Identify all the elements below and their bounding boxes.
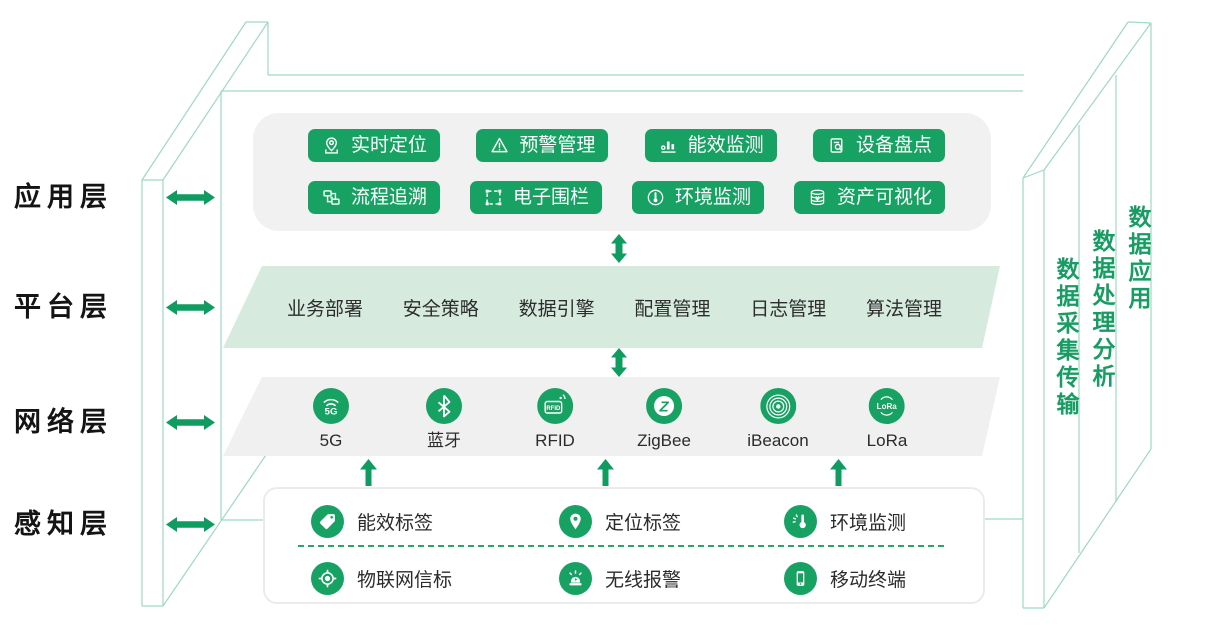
right-column-data-processing: 数据处理分析 [1085, 229, 1119, 391]
platform-item-business-deploy: 业务部署 [287, 294, 363, 321]
right-column-data-collection: 数据采集传输 [1049, 257, 1083, 419]
perception-item-wireless-alarm: 无线报警 [559, 561, 681, 595]
warning-icon [489, 135, 510, 156]
app-button-realtime-location: 实时定位 [308, 129, 440, 162]
app-button-energy-monitoring: 能效监测 [645, 129, 777, 162]
dashed-divider [298, 545, 944, 547]
layer-label-application: 应用层 [14, 180, 113, 214]
network-label: 蓝牙 [426, 432, 462, 450]
vertical-double-arrow-platform-network [611, 348, 627, 377]
perception-label: 无线报警 [605, 565, 681, 592]
fence-icon [483, 187, 504, 208]
perception-item-energy-tag: 能效标签 [311, 504, 433, 538]
platform-item-data-engine: 数据引擎 [519, 294, 595, 321]
perception-label: 定位标签 [605, 508, 681, 535]
perception-panel: 能效标签 定位标签 环境监测 物联网信标 无线报警 移动终端 [263, 487, 985, 604]
right-column-data-application: 数据应用 [1121, 205, 1155, 313]
app-button-asset-visualization: ¥ 资产可视化 [794, 181, 945, 214]
phone-icon [784, 562, 817, 595]
network-item-bluetooth: 蓝牙 [426, 388, 462, 450]
svg-text:5G: 5G [325, 407, 338, 418]
alarm-icon [559, 562, 592, 595]
network-label: LoRa [867, 432, 908, 450]
double-arrow-perception [166, 516, 215, 533]
network-item-5g: 5G 5G [313, 388, 349, 450]
lora-icon: LoRa [869, 388, 905, 424]
tag-icon [311, 505, 344, 538]
up-arrow-3 [830, 459, 847, 486]
app-button-label: 流程追溯 [351, 181, 427, 214]
asset-coins-icon: ¥ [807, 187, 828, 208]
platform-item-config-management: 配置管理 [634, 294, 710, 321]
location-pin-icon [321, 135, 342, 156]
architecture-diagram: 应用层 平台层 网络层 感知层 实时定位 预警管理 能效监测 设备盘点 [0, 0, 1210, 634]
ibeacon-icon [760, 388, 796, 424]
layer-label-network: 网络层 [14, 405, 113, 439]
app-button-alert-management: 预警管理 [476, 129, 608, 162]
inventory-search-icon [826, 135, 847, 156]
layer-label-platform: 平台层 [14, 290, 113, 324]
up-arrow-1 [360, 459, 377, 486]
app-button-electronic-fence: 电子围栏 [470, 181, 602, 214]
perception-label: 环境监测 [830, 508, 906, 535]
platform-item-log-management: 日志管理 [750, 294, 826, 321]
map-pin-icon [559, 505, 592, 538]
app-button-label: 实时定位 [351, 129, 427, 162]
flow-trace-icon [321, 187, 342, 208]
network-label: 5G [313, 432, 349, 450]
layer-label-perception: 感知层 [14, 507, 113, 541]
app-button-label: 设备盘点 [856, 129, 932, 162]
network-band: 5G 5G 蓝牙 RFID RFID Z ZigBee iBeacon LoRa… [223, 377, 1000, 456]
network-label: iBeacon [747, 432, 808, 450]
app-button-device-inventory: 设备盘点 [813, 129, 945, 162]
svg-text:Z: Z [658, 399, 669, 416]
app-button-label: 电子围栏 [513, 181, 589, 214]
app-button-label: 环境监测 [675, 181, 751, 214]
svg-text:LoRa: LoRa [877, 402, 898, 411]
platform-item-security-policy: 安全策略 [403, 294, 479, 321]
network-item-rfid: RFID RFID [535, 388, 575, 450]
rfid-icon: RFID [537, 388, 573, 424]
network-item-lora: LoRa LoRa [867, 388, 908, 450]
app-button-environment-monitoring: 环境监测 [632, 181, 764, 214]
bar-chart-icon [658, 135, 679, 156]
double-arrow-network [166, 414, 215, 431]
network-item-zigbee: Z ZigBee [637, 388, 691, 450]
5g-icon: 5G [313, 388, 349, 424]
bluetooth-icon [426, 388, 462, 424]
double-arrow-application [166, 189, 215, 206]
svg-text:RFID: RFID [546, 406, 561, 412]
application-panel: 实时定位 预警管理 能效监测 设备盘点 流程追溯 电子围栏 [253, 113, 991, 231]
network-item-ibeacon: iBeacon [747, 388, 808, 450]
thermo-sun-icon [784, 505, 817, 538]
app-button-label: 资产可视化 [837, 181, 932, 214]
perception-item-environment-monitoring: 环境监测 [784, 504, 906, 538]
platform-band: 业务部署 安全策略 数据引擎 配置管理 日志管理 算法管理 [223, 266, 1000, 348]
double-arrow-platform [166, 299, 215, 316]
application-button-row-1: 实时定位 预警管理 能效监测 设备盘点 [308, 129, 945, 162]
app-button-label: 能效监测 [688, 129, 764, 162]
perception-label: 移动终端 [830, 565, 906, 592]
beacon-target-icon [311, 562, 344, 595]
vertical-double-arrow-app-platform [611, 234, 627, 263]
platform-item-algorithm-management: 算法管理 [866, 294, 942, 321]
application-button-row-2: 流程追溯 电子围栏 环境监测 ¥ 资产可视化 [308, 181, 945, 214]
perception-label: 能效标签 [357, 508, 433, 535]
thermometer-circle-icon [645, 187, 666, 208]
app-button-label: 预警管理 [519, 129, 595, 162]
app-button-process-trace: 流程追溯 [308, 181, 440, 214]
network-label: ZigBee [637, 432, 691, 450]
perception-label: 物联网信标 [357, 565, 452, 592]
perception-item-location-tag: 定位标签 [559, 504, 681, 538]
perception-item-iot-beacon: 物联网信标 [311, 561, 452, 595]
zigbee-icon: Z [646, 388, 682, 424]
network-label: RFID [535, 432, 575, 450]
perception-item-mobile-terminal: 移动终端 [784, 561, 906, 595]
up-arrow-2 [597, 459, 614, 486]
